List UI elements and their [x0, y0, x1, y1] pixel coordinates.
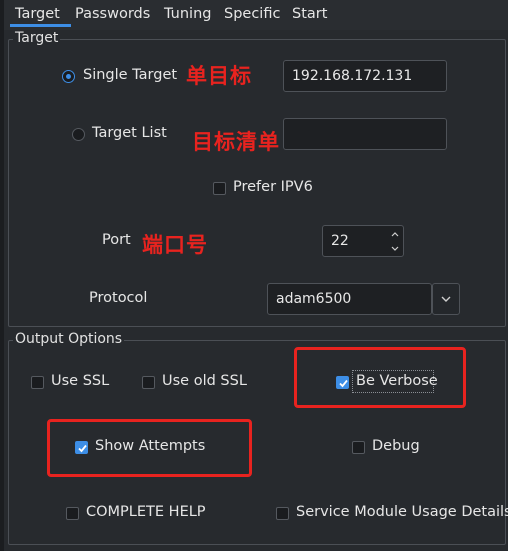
port-label: Port — [102, 232, 131, 248]
use-ssl-checkbox[interactable] — [31, 376, 44, 389]
target-list-label: Target List — [92, 125, 167, 141]
protocol-select[interactable]: adam6500 — [267, 283, 432, 315]
spin-down-icon[interactable] — [389, 242, 401, 254]
prefer-ipv6-label: Prefer IPV6 — [233, 179, 313, 195]
target-list-annotation: 目标清单 — [192, 130, 280, 154]
use-ssl-label: Use SSL — [51, 373, 110, 389]
single-target-radio[interactable] — [62, 70, 75, 83]
tab-target[interactable]: Target — [15, 6, 60, 22]
target-list-input[interactable] — [283, 118, 447, 150]
tab-bar: Target Passwords Tuning Specific Start — [4, 0, 508, 30]
checkmark-icon — [339, 379, 348, 388]
port-value: 22 — [331, 233, 349, 249]
chevron-down-icon — [441, 296, 451, 302]
show-attempts-label: Show Attempts — [95, 438, 206, 454]
protocol-dropdown-button[interactable] — [432, 283, 460, 315]
target-group-title: Target — [13, 30, 61, 46]
complete-help-label: COMPLETE HELP — [86, 504, 206, 520]
use-old-ssl-label: Use old SSL — [162, 373, 247, 389]
service-module-usage-label: Service Module Usage Details — [296, 504, 508, 520]
checkmark-icon — [78, 444, 87, 453]
port-spinbox[interactable]: 22 — [322, 225, 404, 257]
protocol-label: Protocol — [89, 290, 148, 306]
prefer-ipv6-checkbox[interactable] — [213, 182, 226, 195]
single-target-input[interactable]: 192.168.172.131 — [283, 60, 447, 92]
window-left-edge — [0, 0, 4, 551]
service-module-usage-checkbox[interactable] — [276, 507, 289, 520]
output-options-title: Output Options — [13, 331, 125, 347]
port-annotation: 端口号 — [142, 233, 208, 257]
tab-start[interactable]: Start — [292, 6, 327, 22]
show-attempts-checkbox[interactable] — [75, 441, 88, 454]
single-target-annotation: 单目标 — [186, 64, 252, 88]
tab-passwords[interactable]: Passwords — [75, 6, 150, 22]
debug-label: Debug — [372, 438, 420, 454]
port-spin-buttons — [389, 228, 401, 254]
single-target-label: Single Target — [83, 67, 178, 83]
be-verbose-label: Be Verbose — [356, 373, 438, 389]
use-old-ssl-checkbox[interactable] — [142, 376, 155, 389]
tab-specific[interactable]: Specific — [224, 6, 280, 22]
tab-tuning[interactable]: Tuning — [164, 6, 211, 22]
spin-up-icon[interactable] — [389, 228, 401, 240]
be-verbose-checkbox[interactable] — [336, 376, 349, 389]
debug-checkbox[interactable] — [352, 441, 365, 454]
complete-help-checkbox[interactable] — [66, 507, 79, 520]
target-list-radio[interactable] — [72, 128, 85, 141]
active-tab-indicator — [10, 24, 71, 27]
